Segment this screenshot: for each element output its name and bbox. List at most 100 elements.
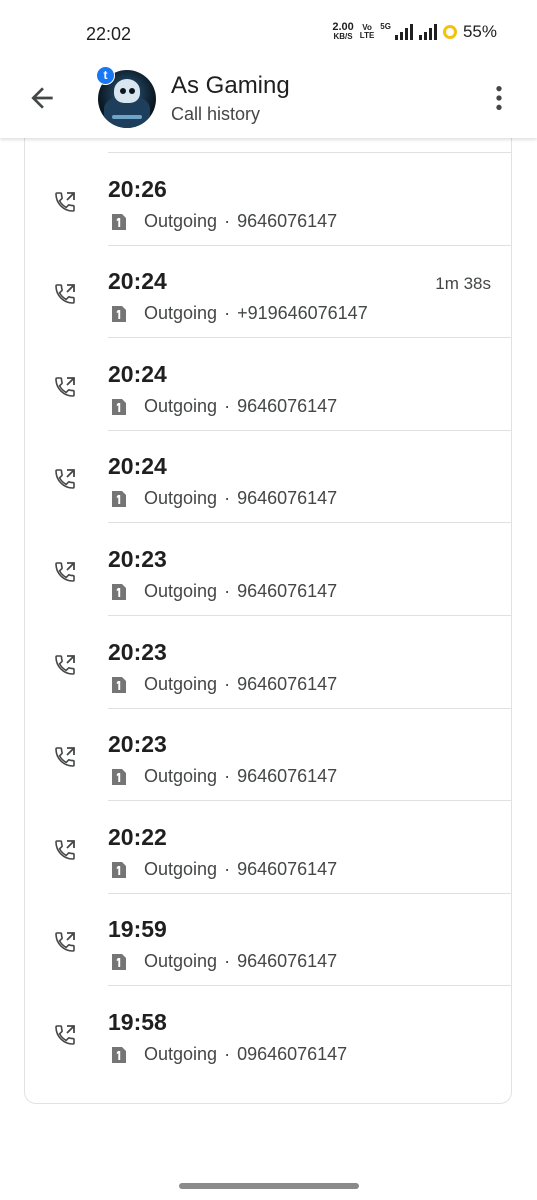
outgoing-call-icon: [53, 745, 77, 769]
call-row[interactable]: 20:22 Outgoing · 9646076147: [25, 802, 511, 894]
battery-icon: [442, 25, 457, 39]
outgoing-call-icon: [53, 1023, 77, 1047]
separator: ·: [224, 766, 231, 787]
phone-number: 09646076147: [237, 1044, 348, 1064]
call-type: Outgoing: [144, 488, 218, 509]
call-row[interactable]: 20:26 Outgoing · 9646076147: [25, 154, 511, 246]
call-type: Outgoing: [144, 210, 218, 231]
net-speed-value: 2.00: [332, 21, 354, 33]
call-row[interactable]: 20:23 Outgoing · 9646076147: [25, 617, 511, 709]
call-row[interactable]: 19:58 Outgoing · 09646076147: [25, 987, 511, 1079]
outgoing-call-icon: [53, 653, 77, 677]
back-button[interactable]: [26, 82, 58, 114]
call-info: Outgoing · 9646076147: [144, 581, 337, 602]
sim-1-icon: [111, 583, 127, 601]
call-time: 20:23: [108, 546, 167, 572]
phone-number: 9646076147: [237, 766, 338, 787]
contact-name: As Gaming: [171, 72, 290, 99]
phone-number: 9646076147: [237, 858, 338, 879]
call-time: 20:24: [108, 268, 167, 295]
app-bar: t As Gaming Call history: [0, 60, 537, 138]
separator: ·: [224, 1044, 231, 1064]
call-info: Outgoing · 9646076147: [144, 488, 337, 509]
sim-1-icon: [111, 1046, 127, 1064]
call-info: Outgoing · 9646076147: [144, 211, 337, 232]
phone-number: 9646076147: [237, 581, 338, 601]
volte-bottom: LTE: [359, 31, 375, 40]
sim-1-icon: [111, 953, 127, 971]
call-time: 19:58: [108, 1009, 167, 1035]
call-time: 19:59: [108, 916, 167, 943]
net-speed: 2.00 KB/S: [332, 22, 353, 42]
call-type: Outgoing: [144, 581, 218, 601]
phone-number: 9646076147: [237, 673, 338, 694]
call-history-list: Outgoing · 9646076147 20:26 Outgoing · 9646076…: [24, 100, 512, 1104]
call-info: Outgoing · 9646076147: [144, 674, 337, 695]
separator: ·: [224, 303, 231, 324]
call-time: 20:23: [108, 731, 167, 758]
call-row[interactable]: 20:24 Outgoing · 9646076147: [25, 339, 511, 431]
call-row[interactable]: 20:23 Outgoing · 9646076147: [25, 524, 511, 616]
call-time: 20:26: [108, 175, 167, 202]
status-bar: 22:02 2.00 KB/S Vo LTE 5G 55%: [0, 0, 537, 60]
network-type: 5G: [380, 21, 391, 31]
call-info: Outgoing · 9646076147: [144, 859, 337, 880]
outgoing-call-icon: [53, 190, 77, 214]
call-row[interactable]: 20:24 Outgoing · +919646076147 1m 38s: [25, 246, 511, 339]
sim-1-icon: [111, 305, 127, 323]
call-type: Outgoing: [144, 1044, 218, 1064]
outgoing-call-icon: [53, 930, 77, 954]
phone-number: 9646076147: [237, 488, 338, 509]
contact-avatar[interactable]: t: [96, 66, 156, 128]
outgoing-call-icon: [53, 467, 77, 491]
call-info: Outgoing · 9646076147: [144, 766, 337, 787]
outgoing-call-icon: [53, 560, 77, 584]
volte-icon: Vo LTE: [360, 24, 375, 40]
signal-1-icon: [394, 24, 413, 40]
page-subtitle: Call history: [171, 104, 261, 124]
separator: ·: [224, 581, 231, 601]
call-time: 20:24: [108, 360, 167, 387]
net-speed-unit: KB/S: [333, 32, 353, 41]
sim-1-icon: [111, 676, 127, 694]
call-row[interactable]: 20:23 Outgoing · 9646076147: [25, 709, 511, 802]
separator: ·: [224, 210, 231, 231]
sim-1-icon: [111, 490, 127, 508]
phone-number: +919646076147: [237, 303, 368, 324]
arrow-back-icon: [31, 87, 53, 109]
separator: ·: [224, 395, 231, 416]
call-info: Outgoing · 9646076147: [144, 951, 337, 972]
sim-1-icon: [111, 398, 127, 416]
call-time: 20:22: [108, 823, 167, 850]
call-info: Outgoing · 9646076147: [144, 396, 337, 417]
call-info: Outgoing · +919646076147: [144, 303, 368, 324]
call-duration: 1m 38s: [435, 274, 491, 294]
status-icons: 2.00 KB/S Vo LTE 5G 55%: [332, 22, 497, 42]
outgoing-call-icon: [53, 838, 77, 862]
call-type: Outgoing: [144, 858, 218, 879]
status-time: 22:02: [86, 24, 132, 44]
call-time: 20:24: [108, 453, 167, 480]
call-type: Outgoing: [144, 303, 218, 324]
call-time: 20:23: [108, 638, 167, 665]
call-type: Outgoing: [144, 766, 218, 787]
separator: ·: [224, 488, 231, 509]
call-row[interactable]: 20:24 Outgoing · 9646076147: [25, 431, 511, 524]
call-row[interactable]: 19:59 Outgoing · 9646076147: [25, 894, 511, 987]
call-type: Outgoing: [144, 951, 218, 972]
separator: ·: [224, 858, 231, 879]
separator: ·: [224, 673, 231, 694]
sim-1-icon: [111, 768, 127, 786]
sim-1-icon: [111, 213, 127, 231]
gesture-navigation-bar[interactable]: [179, 1183, 359, 1189]
call-type: Outgoing: [144, 673, 218, 694]
sim-1-icon: [111, 861, 127, 879]
phone-number: 9646076147: [237, 210, 338, 231]
call-type: Outgoing: [144, 395, 218, 416]
phone-number: 9646076147: [237, 395, 338, 416]
facebook-badge-icon: t: [96, 66, 115, 85]
signal-2-icon: [418, 24, 437, 40]
phone-number: 9646076147: [237, 951, 338, 972]
battery-level: 55%: [462, 22, 497, 41]
more-options-button[interactable]: [483, 82, 515, 114]
